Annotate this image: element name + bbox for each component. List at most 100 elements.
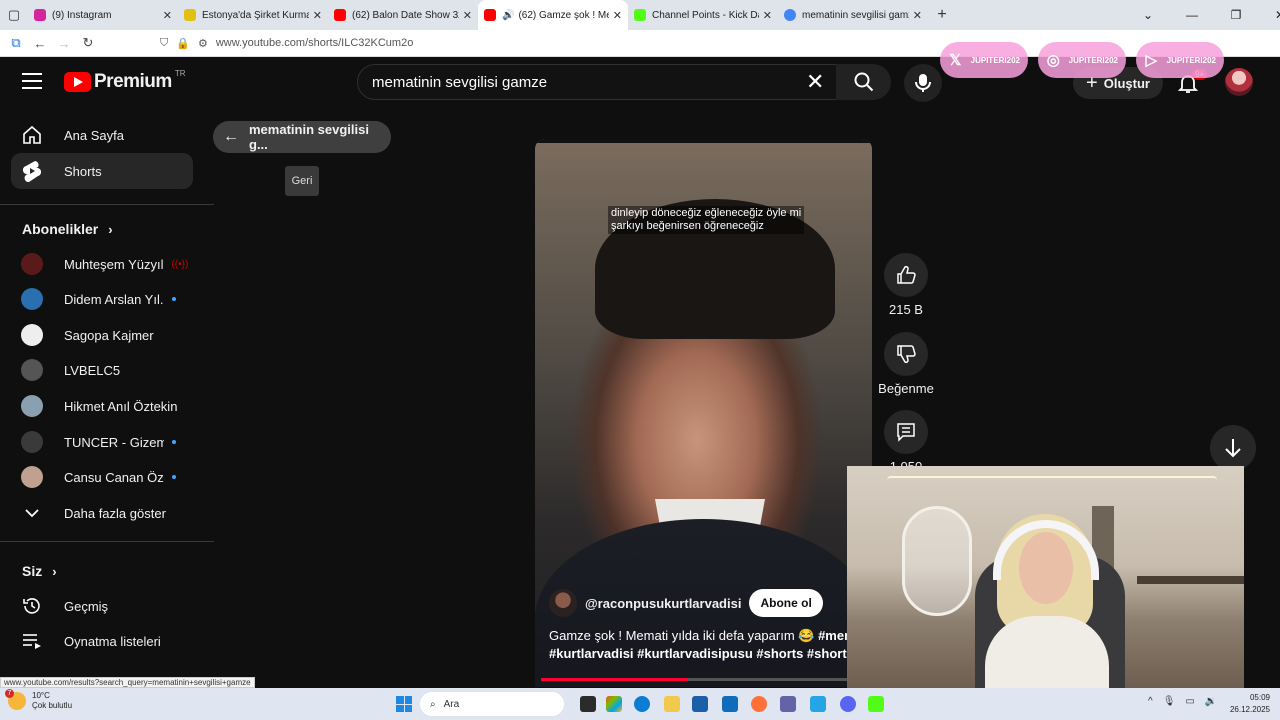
youtube-play-icon <box>64 72 91 92</box>
channel-handle[interactable]: @raconpusukurtlarvadisi <box>585 596 741 611</box>
sidebar-item-history[interactable]: Geçmiş <box>11 588 193 624</box>
sidebar-item-subscription[interactable]: Muhteşem Yüzyıl ((•)) <box>11 246 193 282</box>
comments-button[interactable] <box>884 410 928 454</box>
channel-name: TUNCER - Gizem... <box>64 434 164 450</box>
channel-avatar <box>21 466 43 488</box>
close-tab-icon[interactable]: ✕ <box>613 9 622 22</box>
file-explorer-icon[interactable] <box>664 696 680 712</box>
discord-icon[interactable] <box>840 696 856 712</box>
chevron-right-icon: › <box>52 563 57 579</box>
task-view-icon[interactable] <box>580 696 596 712</box>
account-avatar[interactable] <box>1225 68 1253 96</box>
instagram-favicon-icon <box>34 9 46 21</box>
forward-nav-button[interactable]: → <box>52 36 76 51</box>
store-icon[interactable] <box>692 696 708 712</box>
close-tab-icon[interactable]: ✕ <box>163 9 172 22</box>
subscriptions-heading[interactable]: Abonelikler › <box>22 221 113 237</box>
browser-tab[interactable]: (9) Instagram ✕ <box>28 0 178 30</box>
show-more-label: Daha fazla göster <box>64 505 166 521</box>
chevron-up-icon[interactable]: ^ <box>1148 696 1153 707</box>
microphone-icon[interactable]: 🎙 <box>1163 696 1176 707</box>
sidebar-item-subscription[interactable]: Hikmet Anıl Öztekin <box>11 388 193 424</box>
windows-taskbar: 7 10°C Çok bulutlu ⌕ Ara ^ 🎙 ▭ 🔉 05:09 26.1… <box>0 688 1280 720</box>
address-bar[interactable]: ⛉ 🔒 ⚙ www.youtube.com/shorts/ILC32KCum2o <box>160 32 413 54</box>
close-tab-icon[interactable]: ✕ <box>763 9 772 22</box>
tab-list-icon[interactable]: ⌄ <box>1126 8 1170 22</box>
hashtag-link[interactable]: #kurtlarvadisi #kurtlarvadisipusu #short… <box>549 646 847 661</box>
dislike-button[interactable] <box>884 332 928 376</box>
speaker-icon[interactable]: 🔊 <box>502 10 514 21</box>
close-window-button[interactable]: ✕ <box>1258 8 1280 22</box>
outlook-icon[interactable] <box>722 696 738 712</box>
volume-icon[interactable]: 🔉 <box>1205 696 1217 707</box>
minimize-button[interactable]: — <box>1170 8 1214 22</box>
sidebar-item-subscription[interactable]: LVBELC5 <box>11 352 193 388</box>
youtube-premium-logo[interactable]: Premium TR <box>64 69 185 93</box>
menu-icon[interactable] <box>22 73 42 89</box>
search-icon: ⌕ <box>430 698 436 710</box>
channel-avatar <box>21 288 43 310</box>
live-icon: ((•)) <box>171 258 189 270</box>
kick-icon[interactable] <box>868 696 884 712</box>
comment-icon <box>897 423 915 442</box>
back-nav-button[interactable]: ← <box>28 36 52 51</box>
shorts-video-player[interactable]: dinleyip döneceğiz eğleneceğiz öyle mi şa… <box>535 139 872 687</box>
subscriptions-title: Abonelikler <box>22 221 99 237</box>
network-icon[interactable]: ▭ <box>1185 696 1194 707</box>
subscribe-button[interactable]: Abone ol <box>749 589 823 617</box>
windows-start-icon[interactable] <box>396 696 412 712</box>
clear-search-icon[interactable]: ✕ <box>806 71 824 93</box>
tab-actions-icon[interactable]: ▢ <box>0 0 28 30</box>
shield-icon[interactable]: ⛉ <box>160 37 168 50</box>
back-to-results-button[interactable]: ← mematinin sevgilisi g... <box>213 121 391 153</box>
close-tab-icon[interactable]: ✕ <box>313 9 322 22</box>
show-more-button[interactable]: Daha fazla göster <box>11 495 193 531</box>
sidebar-item-subscription[interactable]: Cansu Canan Öz... <box>11 459 193 495</box>
google-favicon-icon <box>784 9 796 21</box>
search-input[interactable]: mematinin sevgilisi gamze <box>357 64 841 100</box>
sidebar-divider <box>0 541 214 542</box>
channel-avatar[interactable] <box>549 589 577 617</box>
like-count: 215 B <box>889 302 923 317</box>
browser-tab[interactable]: Estonya'da Şirket Kurmak: Tüm ✕ <box>178 0 328 30</box>
app-icon[interactable] <box>810 696 826 712</box>
sidebar-item-subscription[interactable]: TUNCER - Gizem... <box>11 424 193 460</box>
taskbar-search[interactable]: ⌕ Ara <box>420 692 564 716</box>
browser-tab[interactable]: mematinin sevgilisi gamze - Go ✕ <box>778 0 928 30</box>
sidebar-item-playlists[interactable]: Oynatma listeleri <box>11 623 193 659</box>
sidebar-item-shorts[interactable]: Shorts <box>11 153 193 189</box>
copilot-icon[interactable] <box>606 696 622 712</box>
system-clock[interactable]: 05:09 26.12.2025 <box>1226 692 1270 716</box>
sidebar: Ana Sayfa Shorts Abonelikler › Muhteşem Y… <box>0 107 214 687</box>
kick-favicon-icon <box>634 9 646 21</box>
sidebar-item-home[interactable]: Ana Sayfa <box>11 117 193 153</box>
browser-tab-active[interactable]: 🔊 (62) Gamze şok ! Memati yı ✕ <box>478 0 628 30</box>
channel-avatar <box>21 395 43 417</box>
browser-tab[interactable]: (62) Balon Date Show 32. Bölüm ✕ <box>328 0 478 30</box>
restore-button[interactable]: ❐ <box>1214 8 1258 22</box>
new-tab-button[interactable]: + <box>928 6 956 24</box>
collections-icon[interactable]: ⧉ <box>4 35 28 51</box>
search-button[interactable] <box>836 64 891 100</box>
video-title[interactable]: Gamze şok ! Memati yılda iki defa yaparı… <box>549 627 869 663</box>
teams-icon[interactable] <box>780 696 796 712</box>
reload-button[interactable]: ↻ <box>76 35 100 51</box>
browser-tab[interactable]: Channel Points - Kick Dashboard ✕ <box>628 0 778 30</box>
voice-search-button[interactable] <box>904 64 942 102</box>
like-button[interactable] <box>884 253 928 297</box>
firefox-icon[interactable] <box>751 696 767 712</box>
you-heading[interactable]: Siz › <box>22 563 57 579</box>
social-overlay-youtube: ▷ JUPITERI202 <box>1136 42 1224 78</box>
sidebar-item-subscription[interactable]: Didem Arslan Yıl... <box>11 281 193 317</box>
sidebar-item-subscription[interactable]: Sagopa Kajmer <box>11 317 193 353</box>
video-progress-bar[interactable] <box>541 678 847 681</box>
lock-icon[interactable]: 🔒 <box>176 37 190 50</box>
thumbs-up-icon <box>897 265 916 284</box>
next-video-button[interactable] <box>1210 425 1256 471</box>
close-tab-icon[interactable]: ✕ <box>463 9 472 22</box>
close-tab-icon[interactable]: ✕ <box>913 9 922 22</box>
edge-icon[interactable] <box>634 696 650 712</box>
channel-name: Cansu Canan Öz... <box>64 469 164 485</box>
site-info-icon[interactable]: ⚙ <box>198 37 208 50</box>
weather-widget[interactable]: 7 10°C Çok bulutlu <box>5 689 72 711</box>
